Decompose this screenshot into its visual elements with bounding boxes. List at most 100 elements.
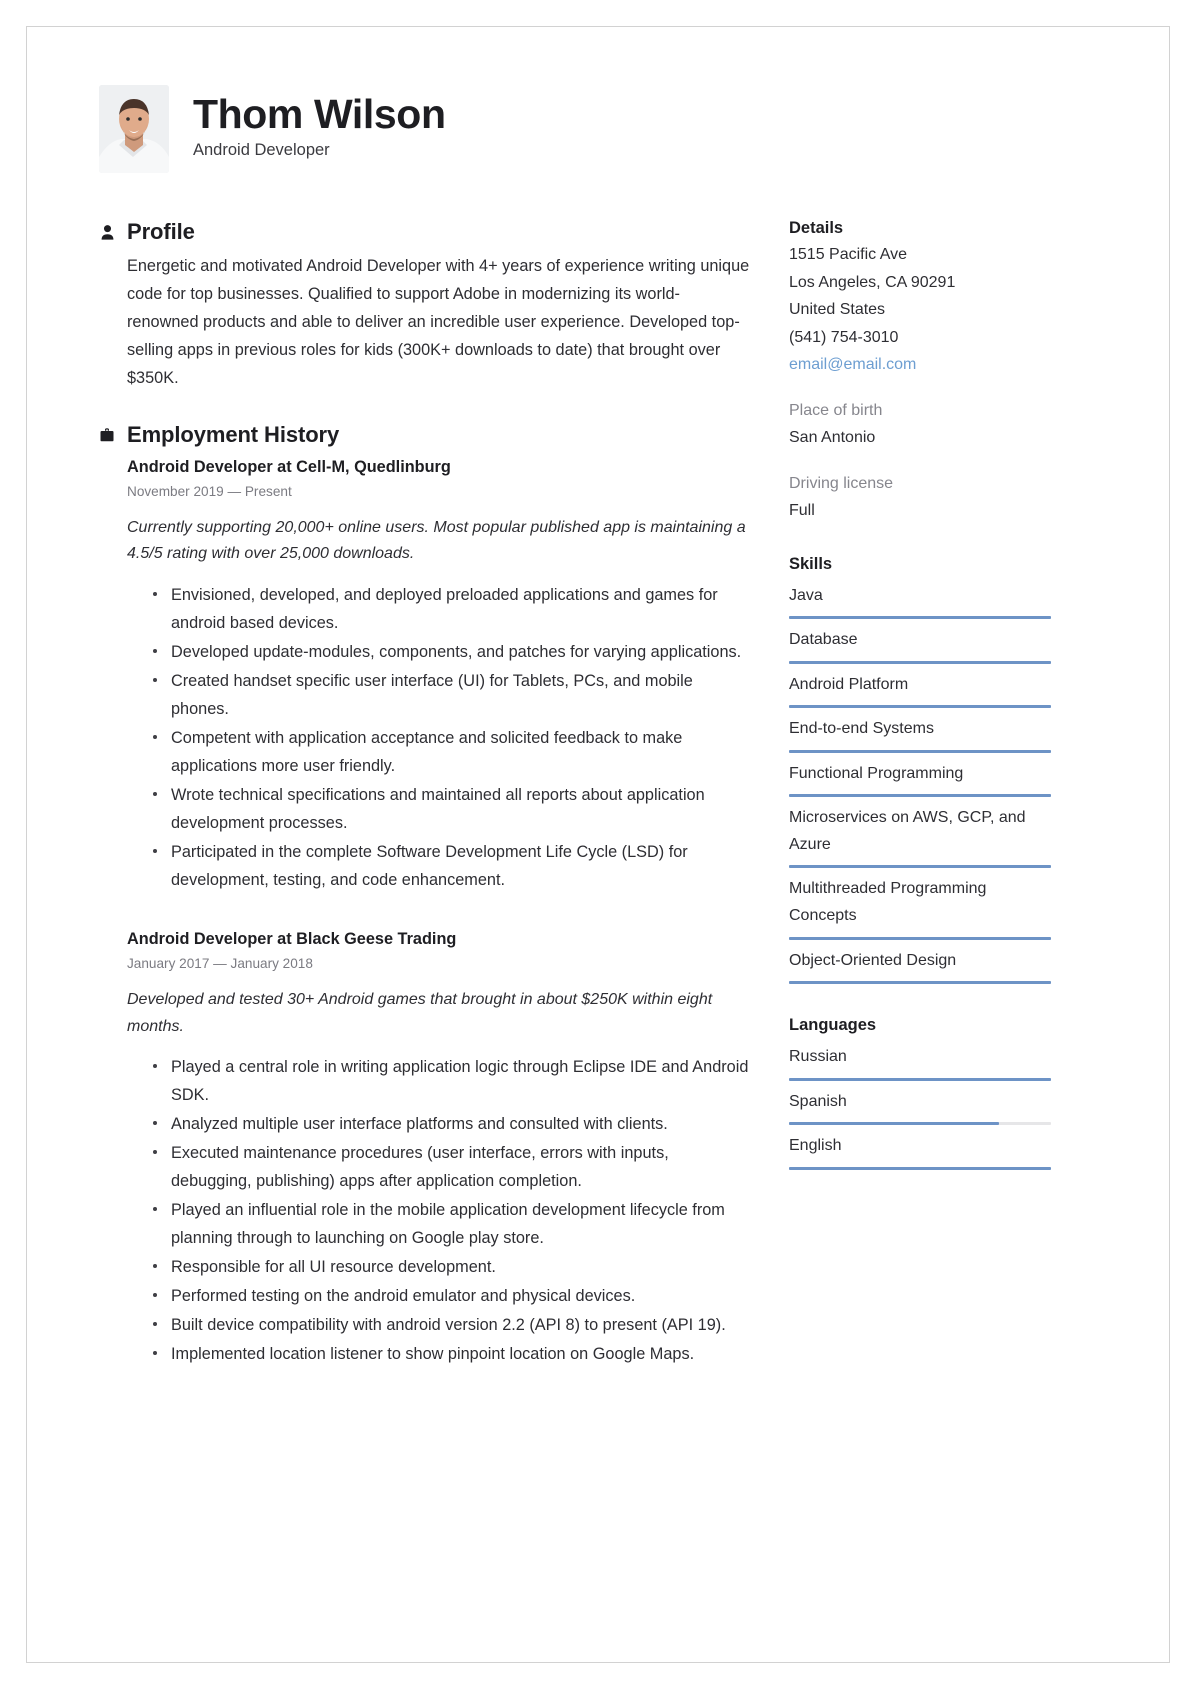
skill-item: Microservices on AWS, GCP, and Azure <box>789 799 1051 869</box>
languages-heading: Languages <box>789 1016 877 1035</box>
list-item: Responsible for all UI resource developm… <box>153 1253 751 1281</box>
skill-level-fill <box>789 981 1051 985</box>
language-level-fill <box>789 1122 999 1126</box>
employment-entry: Android Developer at Cell-M, Quedlinburg… <box>127 455 751 894</box>
language-level-track <box>789 1122 1051 1126</box>
page-title: Thom Wilson <box>193 91 446 138</box>
driving-license-value: Full <box>789 502 815 520</box>
main-column: Profile Energetic and motivated Android … <box>99 219 751 1369</box>
list-item: Played an influential role in the mobile… <box>153 1196 751 1252</box>
skill-level-fill <box>789 705 1051 709</box>
language-level-track <box>789 1166 1051 1170</box>
skill-level-fill <box>789 660 1051 664</box>
language-level-fill <box>789 1166 1051 1170</box>
skill-level-fill <box>789 936 1051 940</box>
details-address-line2: Los Angeles, CA 90291 <box>789 273 956 291</box>
language-item: Spanish <box>789 1083 1051 1126</box>
employment-section: Employment History Android Developer at … <box>99 422 751 1368</box>
profile-section: Profile Energetic and motivated Android … <box>99 219 751 392</box>
skill-item: Database <box>789 621 1051 664</box>
list-item: Created handset specific user interface … <box>153 667 751 723</box>
sidebar-column: Details 1515 Pacific Ave Los Angeles, CA… <box>789 219 1051 1369</box>
details-heading: Details <box>789 219 844 237</box>
job-title: Android Developer <box>193 140 330 159</box>
skill-level-track <box>789 865 1051 869</box>
skill-label: Database <box>789 631 858 649</box>
skill-level-fill <box>789 749 1051 753</box>
employment-job-title: Android Developer at Cell-M, Quedlinburg <box>127 458 451 477</box>
skill-item: Java <box>789 577 1051 620</box>
skill-level-track <box>789 705 1051 709</box>
resume-header: Thom Wilson Android Developer <box>99 85 1109 173</box>
skill-label: Functional Programming <box>789 764 964 782</box>
driving-license-label: Driving license <box>789 474 894 492</box>
skills-section: Skills Java Database Android Platform End-t… <box>789 554 1051 985</box>
list-item: Performed testing on the android emulato… <box>153 1282 751 1310</box>
employment-heading: Employment History <box>99 422 751 448</box>
details-section: Details 1515 Pacific Ave Los Angeles, CA… <box>789 219 1051 525</box>
skill-label: Android Platform <box>789 675 909 693</box>
list-item: Built device compatibility with android … <box>153 1311 751 1339</box>
skill-level-track <box>789 660 1051 664</box>
person-icon <box>99 224 115 240</box>
list-item: Developed update-modules, components, an… <box>153 638 751 666</box>
skill-level-fill <box>789 865 1051 869</box>
avatar <box>99 85 169 173</box>
details-address-line1: 1515 Pacific Ave <box>789 246 908 263</box>
skill-item: Functional Programming <box>789 755 1051 798</box>
list-item: Executed maintenance procedures (user in… <box>153 1139 751 1195</box>
skills-list: Java Database Android Platform End-to-end S… <box>789 577 1051 985</box>
skill-level-track <box>789 616 1051 620</box>
language-label: Spanish <box>789 1092 847 1110</box>
skill-label: Multithreaded Programming Concepts <box>789 880 987 925</box>
profile-text: Energetic and motivated Android Develope… <box>127 257 750 388</box>
employment-bullet-list: Envisioned, developed, and deployed prel… <box>127 581 751 894</box>
skills-heading: Skills <box>789 554 833 573</box>
language-level-track <box>789 1077 1051 1081</box>
employment-job-title: Android Developer at Black Geese Trading <box>127 930 457 949</box>
skill-level-track <box>789 749 1051 753</box>
language-label: Russian <box>789 1048 847 1066</box>
languages-section: Languages Russian Spanish English <box>789 1016 1051 1170</box>
skill-level-track <box>789 981 1051 985</box>
list-item: Wrote technical specifications and maint… <box>153 781 751 837</box>
skill-item: Android Platform <box>789 666 1051 709</box>
content-columns: Profile Energetic and motivated Android … <box>99 219 1109 1369</box>
list-item: Envisioned, developed, and deployed prel… <box>153 581 751 637</box>
profile-heading-text: Profile <box>127 219 195 244</box>
details-email-link[interactable]: email@email.com <box>789 351 1051 379</box>
skill-item: End-to-end Systems <box>789 710 1051 753</box>
skill-label: End-to-end Systems <box>789 720 934 738</box>
resume-sheet: Thom Wilson Android Developer Profile En… <box>26 26 1170 1663</box>
employment-dates: November 2019 — Present <box>127 483 292 499</box>
skill-item: Multithreaded Programming Concepts <box>789 870 1051 940</box>
place-of-birth-label: Place of birth <box>789 401 883 419</box>
skill-item: Object-Oriented Design <box>789 942 1051 985</box>
employment-heading-text: Employment History <box>127 422 340 448</box>
skill-label: Java <box>789 586 823 604</box>
details-country: United States <box>789 301 886 319</box>
list-item: Competent with application acceptance an… <box>153 724 751 780</box>
place-of-birth-value: San Antonio <box>789 429 876 447</box>
skill-level-fill <box>789 794 1051 798</box>
language-label: English <box>789 1137 842 1155</box>
list-item: Played a central role in writing applica… <box>153 1053 751 1109</box>
skill-label: Object-Oriented Design <box>789 951 957 969</box>
name-block: Thom Wilson Android Developer <box>193 91 446 164</box>
employment-summary: Developed and tested 30+ Android games t… <box>127 991 713 1035</box>
list-item: Participated in the complete Software De… <box>153 838 751 894</box>
details-phone: (541) 754-3010 <box>789 328 899 346</box>
briefcase-icon <box>99 428 115 442</box>
employment-summary: Currently supporting 20,000+ online user… <box>127 518 746 563</box>
list-item: Analyzed multiple user interface platfor… <box>153 1110 751 1138</box>
language-item: Russian <box>789 1038 1051 1081</box>
skill-level-track <box>789 936 1051 940</box>
skill-level-fill <box>789 616 1051 620</box>
employment-bullet-list: Played a central role in writing applica… <box>127 1053 751 1368</box>
skill-level-track <box>789 794 1051 798</box>
resume-page: Thom Wilson Android Developer Profile En… <box>0 0 1196 1689</box>
employment-dates: January 2017 — January 2018 <box>127 955 313 971</box>
skill-label: Microservices on AWS, GCP, and Azure <box>789 809 1026 853</box>
list-item: Implemented location listener to show pi… <box>153 1340 751 1368</box>
languages-list: Russian Spanish English <box>789 1038 1051 1170</box>
